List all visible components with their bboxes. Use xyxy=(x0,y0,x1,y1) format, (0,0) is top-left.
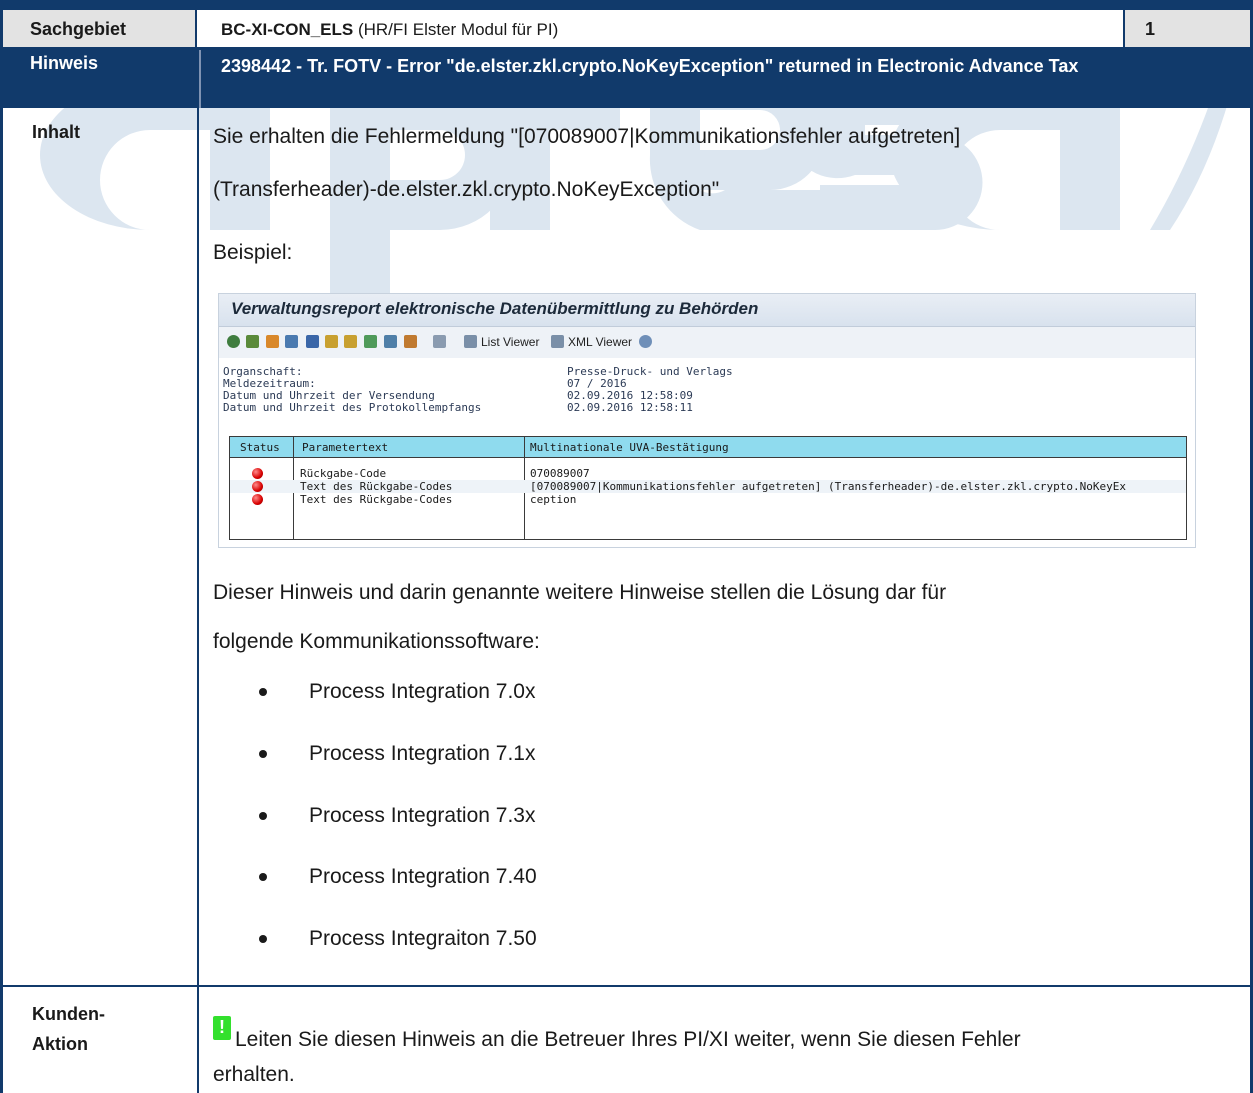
inhalt-intro-line1: Sie erhalten die Fehlermeldung "[0700890… xyxy=(213,125,961,148)
inhalt-label: Inhalt xyxy=(32,122,80,142)
after-line1: Dieser Hinweis und darin genannte weiter… xyxy=(213,581,947,604)
hinweis-row: Hinweis 2398442 - Tr. FOTV - Error "de.e… xyxy=(3,50,1250,108)
inhalt-intro-line2: (Transferheader)-de.elster.zkl.crypto.No… xyxy=(213,178,720,201)
software-item-4: Process Integration 7.40 xyxy=(309,865,537,888)
bullet-icon xyxy=(259,812,267,820)
row-value: [070089007|Kommunikationsfehler aufgetre… xyxy=(530,480,1127,493)
software-item-1: Process Integration 7.0x xyxy=(309,680,536,703)
kunden-text-line1: Leiten Sie diesen Hinweis an die Betreue… xyxy=(235,1028,1021,1051)
sachgebiet-row: Sachgebiet BC-XI-CON_ELS (HR/FI Elster M… xyxy=(3,10,1250,47)
page-number: 1 xyxy=(1145,19,1156,39)
sachgebiet-value: BC-XI-CON_ELS (HR/FI Elster Modul für PI… xyxy=(221,20,558,40)
hinweis-label: Hinweis xyxy=(30,53,99,73)
info-value-4: 02.09.2016 12:58:11 xyxy=(567,401,693,414)
list-viewer-icon xyxy=(464,335,477,348)
frame-left xyxy=(0,10,3,1093)
sachgebiet-code: BC-XI-CON_ELS xyxy=(221,20,354,39)
hinweis-title-cell: 2398442 - Tr. FOTV - Error "de.elster.zk… xyxy=(199,50,1250,108)
tree-icon xyxy=(404,335,417,348)
refresh-icon xyxy=(246,335,259,348)
hinweis-label-cell: Hinweis xyxy=(3,50,197,108)
row-value: ception xyxy=(530,493,577,506)
table-row: Text des Rückgabe-Codes ception xyxy=(230,493,1186,506)
bullet-icon xyxy=(259,688,267,696)
help-icon xyxy=(639,335,652,348)
layout-icon xyxy=(433,335,446,348)
xml-viewer-icon xyxy=(551,335,564,348)
grid2-icon xyxy=(344,335,357,348)
example-label: Beispiel: xyxy=(213,241,293,264)
table-row: Text des Rückgabe-Codes [070089007|Kommu… xyxy=(230,480,1186,493)
screenshot-title: Verwaltungsreport elektronische Datenübe… xyxy=(231,299,759,318)
screenshot-body: Organschaft: Meldezeitraum: Datum und Uh… xyxy=(219,358,1195,547)
column-divider xyxy=(197,108,199,1093)
kunden-label-line1: Kunden- xyxy=(32,1004,105,1024)
kunden-text-line2: erhalten. xyxy=(213,1063,295,1086)
software-item-5: Process Integraiton 7.50 xyxy=(309,927,537,950)
xml-viewer-button: XML Viewer xyxy=(568,335,633,349)
top-frame-bar xyxy=(0,0,1253,10)
screenshot-toolbar: List Viewer XML Viewer xyxy=(219,327,1195,357)
bullet-icon xyxy=(259,935,267,943)
sachgebiet-desc: (HR/FI Elster Modul für PI) xyxy=(357,20,559,39)
info-label-4: Datum und Uhrzeit des Protokollempfangs xyxy=(223,401,482,414)
red-light-icon xyxy=(252,481,263,492)
col-status: Status xyxy=(240,441,280,454)
col-parametertext: Parametertext xyxy=(302,441,389,454)
after-line2: folgende Kommunikationssoftware: xyxy=(213,630,540,653)
filter-icon xyxy=(306,335,319,348)
red-light-icon xyxy=(252,494,263,505)
row-param: Text des Rückgabe-Codes xyxy=(300,493,453,506)
kunden-label-line2: Aktion xyxy=(32,1034,88,1054)
software-item-2: Process Integration 7.1x xyxy=(309,742,536,765)
section-divider xyxy=(3,985,1250,987)
insert-icon xyxy=(364,335,377,348)
delete-icon xyxy=(384,335,397,348)
exclamation-icon: ! xyxy=(213,1016,231,1040)
sachgebiet-value-cell: BC-XI-CON_ELS (HR/FI Elster Modul für PI… xyxy=(199,10,1121,47)
sort-icon xyxy=(266,335,279,348)
row-param: Rückgabe-Code xyxy=(300,467,387,480)
row-param: Text des Rückgabe-Codes xyxy=(300,480,453,493)
red-light-icon xyxy=(252,468,263,479)
list-viewer-button: List Viewer xyxy=(481,335,540,349)
grid-header: Status Parametertext Multinationale UVA-… xyxy=(230,437,1186,458)
export-icon xyxy=(285,335,298,348)
hinweis-title: 2398442 - Tr. FOTV - Error "de.elster.zk… xyxy=(221,56,1079,76)
grid-icon xyxy=(325,335,338,348)
col-multinationale: Multinationale UVA-Bestätigung xyxy=(530,441,729,454)
sachgebiet-label-cell: Sachgebiet xyxy=(3,10,197,47)
embedded-screenshot: Verwaltungsreport elektronische Datenübe… xyxy=(218,293,1196,548)
sachgebiet-label: Sachgebiet xyxy=(30,19,127,39)
status-grid: Status Parametertext Multinationale UVA-… xyxy=(229,436,1187,540)
bullet-icon xyxy=(259,873,267,881)
bullet-icon xyxy=(259,750,267,758)
detail-icon xyxy=(227,335,240,348)
page-number-cell: 1 xyxy=(1123,10,1250,47)
software-item-3: Process Integration 7.3x xyxy=(309,804,536,827)
table-row: Rückgabe-Code 070089007 xyxy=(230,467,1186,480)
row-value: 070089007 xyxy=(530,467,590,480)
screenshot-title-bar: Verwaltungsreport elektronische Datenübe… xyxy=(219,294,1195,327)
